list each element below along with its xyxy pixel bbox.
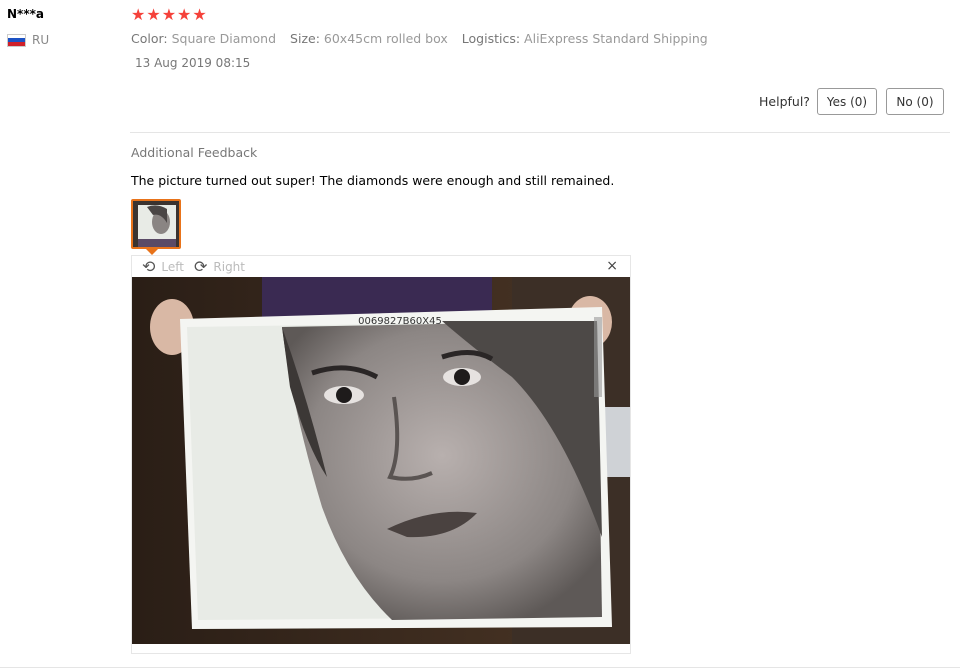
rotate-right-label: Right	[213, 259, 245, 274]
reviewer-country: RU	[7, 33, 49, 47]
helpful-no-button[interactable]: No (0)	[886, 88, 944, 115]
russia-flag-icon	[7, 33, 26, 47]
review-photo-thumbnail[interactable]	[131, 199, 181, 249]
rotate-right-button[interactable]: ⟳ Right	[193, 256, 245, 276]
photo-code: 0069827B60X45	[358, 316, 442, 327]
close-icon[interactable]: ×	[606, 258, 618, 274]
star-icon: ★	[177, 5, 192, 24]
rotate-left-button[interactable]: ⟲ Left	[142, 256, 184, 276]
star-rating: ★ ★ ★ ★ ★	[131, 6, 207, 24]
star-icon: ★	[146, 5, 161, 24]
helpful-label: Helpful?	[759, 94, 810, 109]
star-icon: ★	[131, 5, 146, 24]
viewer-toolbar: ⟲ Left ⟳ Right ×	[132, 256, 630, 277]
rotate-left-label: Left	[161, 259, 184, 274]
thumbnail-image	[133, 201, 179, 247]
attr-color-value: Square Diamond	[171, 31, 277, 46]
photo-viewer: ⟲ Left ⟳ Right × 0069827B60X45	[131, 255, 631, 654]
photo-image: 0069827B60X45	[132, 277, 630, 644]
attr-logistics-key: Logistics:	[461, 31, 521, 46]
review-photo: 0069827B60X45	[132, 277, 630, 644]
review-date: 13 Aug 2019 08:15	[135, 56, 251, 70]
attr-size-key: Size:	[290, 31, 320, 46]
rotate-left-icon: ⟲	[142, 256, 156, 276]
helpful-yes-button[interactable]: Yes (0)	[817, 88, 877, 115]
country-code: RU	[32, 33, 50, 47]
rotate-right-icon: ⟳	[193, 256, 208, 276]
divider	[130, 132, 950, 133]
star-icon: ★	[161, 5, 177, 24]
attr-logistics-value: AliExpress Standard Shipping	[524, 31, 708, 46]
additional-feedback-title: Additional Feedback	[131, 145, 258, 160]
additional-feedback-text: The picture turned out super! The diamon…	[131, 173, 615, 188]
attr-color-key: Color:	[131, 31, 168, 46]
bottom-divider	[0, 667, 960, 668]
attr-size-value: 60x45cm rolled box	[323, 31, 448, 46]
star-icon: ★	[192, 5, 207, 24]
order-attributes: Color: Square Diamond Size: 60x45cm roll…	[131, 31, 708, 46]
reviewer-name: N***a	[7, 7, 44, 21]
